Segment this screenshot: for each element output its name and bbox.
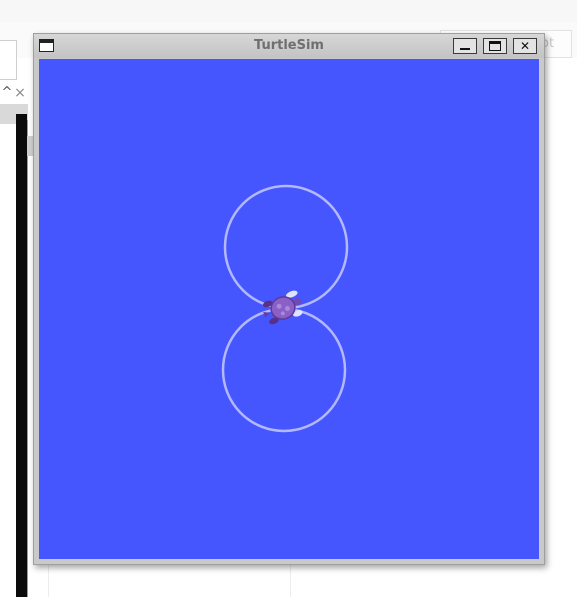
window-title-bar[interactable]: TurtleSim ✕ (34, 34, 544, 58)
minimize-button[interactable] (453, 38, 477, 54)
window-menu-icon[interactable] (39, 39, 54, 52)
background-top-bar (0, 0, 577, 23)
turtle-canvas-svg (39, 59, 539, 559)
background-left-panel (0, 40, 17, 80)
maximize-icon (484, 39, 506, 53)
background-close-icon[interactable]: × (13, 84, 27, 102)
turtle-canvas (39, 59, 539, 559)
background-collapse-icon[interactable]: ^ (0, 84, 14, 102)
close-icon: ✕ (519, 39, 531, 53)
maximize-button[interactable] (483, 38, 507, 54)
background-divider (27, 120, 28, 597)
turtlesim-window: TurtleSim ✕ (33, 33, 545, 565)
close-button[interactable]: ✕ (513, 38, 537, 54)
background-terminal-strip (16, 114, 27, 597)
minimize-icon (454, 39, 476, 53)
